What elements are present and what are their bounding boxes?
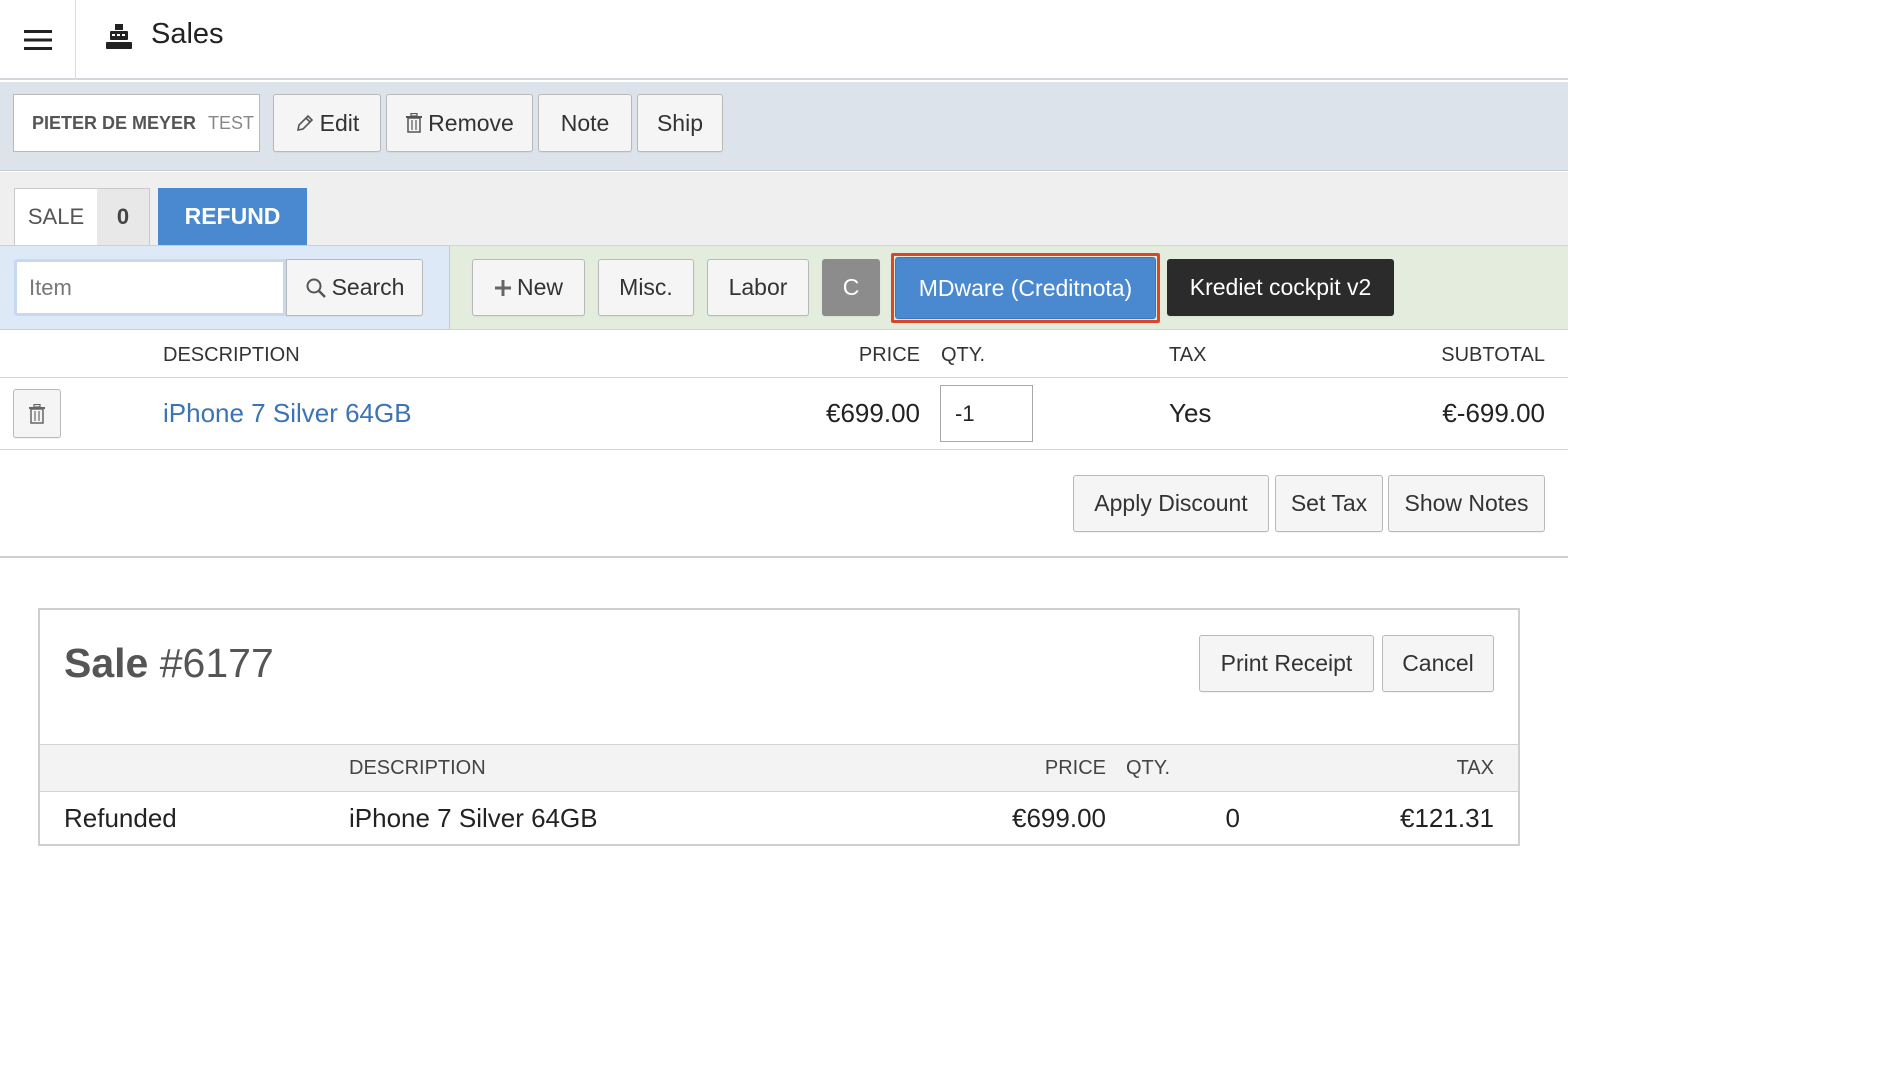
col-qty: QTY. — [941, 344, 986, 366]
sale-row-description: iPhone 7 Silver 64GB — [349, 803, 598, 833]
top-bar — [0, 0, 1568, 80]
sale-table-header — [40, 744, 1518, 792]
line-item-tax[interactable]: Yes — [1169, 398, 1211, 429]
col-price: PRICE — [858, 344, 920, 366]
page-title: Sales — [151, 18, 224, 50]
line-item-description-link[interactable]: iPhone 7 Silver 64GB — [163, 398, 412, 429]
edit-button[interactable]: Edit — [273, 94, 381, 152]
divider — [0, 377, 1568, 378]
show-notes-button[interactable]: Show Notes — [1388, 475, 1545, 532]
delete-line-button[interactable] — [13, 389, 61, 438]
customer-name: PIETER DE MEYER — [32, 112, 197, 133]
ship-button[interactable]: Ship — [637, 94, 723, 152]
section-divider — [0, 556, 1568, 558]
sale-col-qty: QTY. — [1126, 757, 1171, 779]
search-label: Search — [331, 274, 405, 300]
set-tax-button[interactable]: Set Tax — [1275, 475, 1383, 532]
apply-discount-button[interactable]: Apply Discount — [1073, 475, 1269, 532]
trash-icon — [29, 403, 45, 424]
line-item-subtotal: €-699.00 — [1442, 398, 1545, 428]
new-item-label: New — [516, 274, 563, 300]
line-item-price: €699.00 — [826, 398, 920, 428]
tab-sale-count: 0 — [97, 189, 149, 245]
labor-button[interactable]: Labor — [707, 259, 809, 316]
sale-col-description: DESCRIPTION — [349, 757, 486, 779]
cancel-button[interactable]: Cancel — [1382, 635, 1494, 692]
sale-row-status: Refunded — [64, 803, 177, 833]
sale-row-qty: 0 — [1225, 803, 1240, 833]
new-item-button[interactable]: New — [472, 259, 585, 316]
customer-tag: TEST — [208, 112, 255, 133]
sale-row-price: €699.00 — [1012, 803, 1106, 833]
col-subtotal: SUBTOTAL — [1441, 344, 1545, 366]
tab-sale[interactable]: SALE 0 — [14, 188, 150, 245]
sale-col-tax: TAX — [1456, 757, 1494, 779]
sale-title: Sale #6177 — [64, 640, 274, 687]
print-receipt-button[interactable]: Print Receipt — [1199, 635, 1374, 692]
plus-icon — [494, 279, 511, 296]
tab-refund[interactable]: REFUND — [158, 188, 307, 245]
customer-box[interactable]: PIETER DE MEYER TEST — [13, 94, 260, 152]
menu-button[interactable] — [0, 0, 76, 80]
line-item-qty-input[interactable] — [940, 385, 1033, 442]
edit-label: Edit — [319, 109, 360, 136]
hamburger-icon — [23, 30, 52, 50]
sale-number: #6177 — [159, 640, 274, 686]
sale-title-prefix: Sale — [64, 640, 149, 686]
trash-icon — [406, 113, 423, 133]
sale-row-tax: €121.31 — [1400, 803, 1494, 833]
remove-label: Remove — [428, 109, 514, 136]
divider — [0, 449, 1568, 450]
remove-button[interactable]: Remove — [386, 94, 533, 152]
c-button[interactable]: C — [822, 259, 880, 316]
tab-sale-label: SALE — [27, 204, 85, 229]
note-button[interactable]: Note — [538, 94, 632, 152]
cash-register-icon — [104, 22, 134, 52]
misc-button[interactable]: Misc. — [598, 259, 694, 316]
krediet-cockpit-button[interactable]: Krediet cockpit v2 — [1167, 259, 1394, 316]
col-description: DESCRIPTION — [163, 344, 300, 366]
item-search-input[interactable] — [14, 259, 286, 316]
col-tax: TAX — [1169, 344, 1207, 366]
pencil-icon — [296, 114, 313, 132]
mdware-creditnota-button[interactable]: MDware (Creditnota) — [895, 257, 1156, 319]
sale-col-price: PRICE — [1044, 757, 1106, 779]
search-button[interactable]: Search — [286, 259, 423, 316]
search-icon — [306, 278, 326, 298]
